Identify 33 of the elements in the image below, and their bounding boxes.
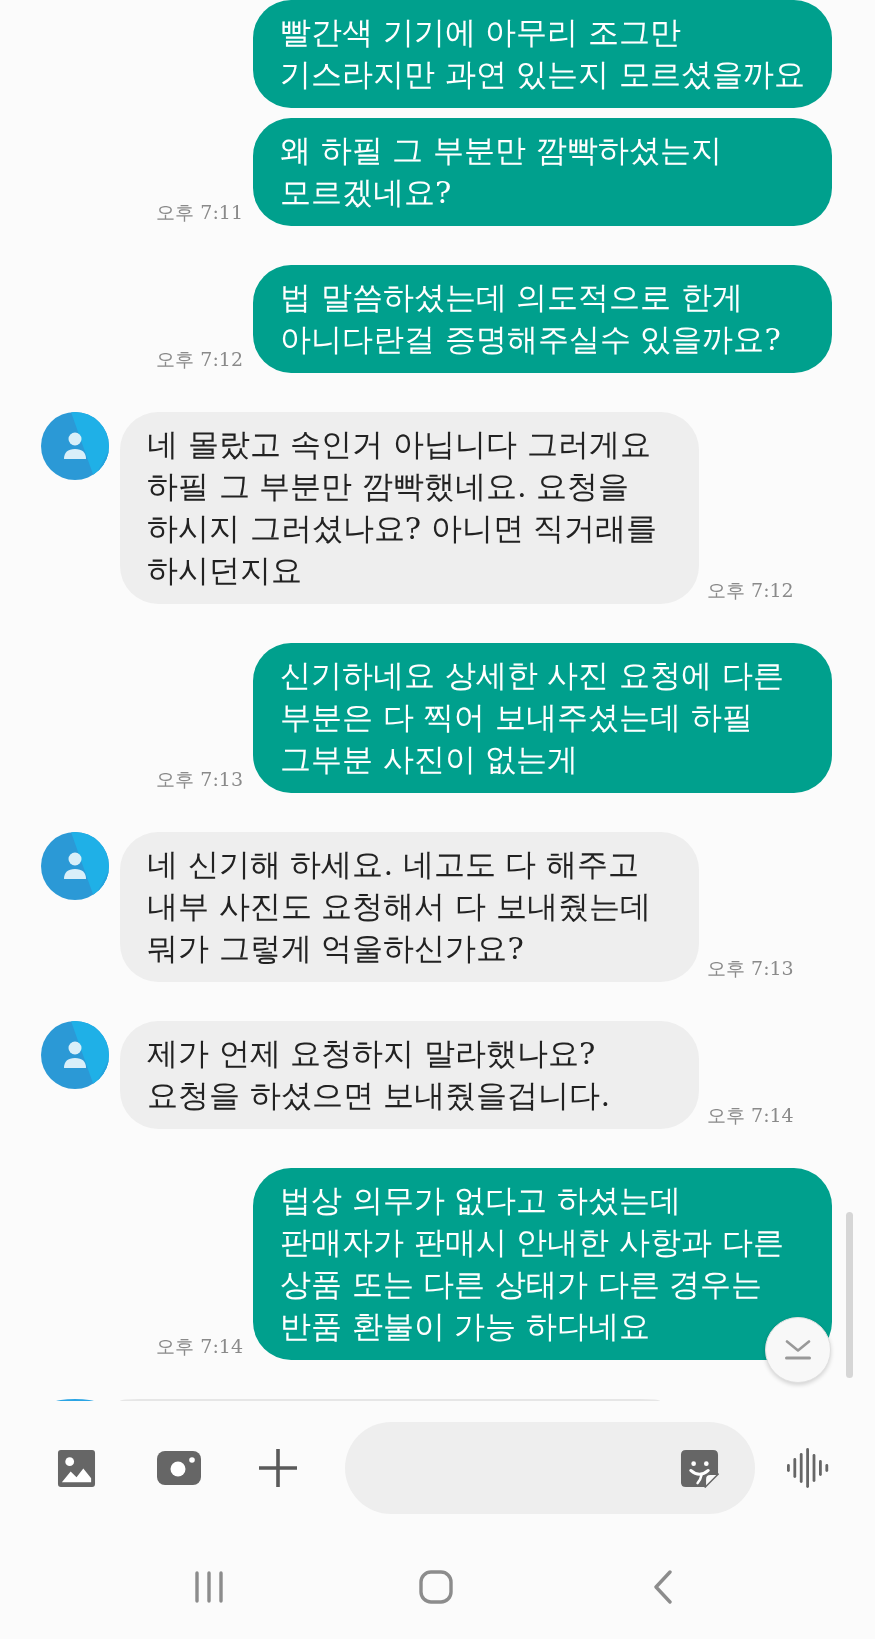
message-bubble: 네 신기해 하세요. 네고도 다 해주고 내부 사진도 요청해서 다 보내줬는데 뭐가 그렇게 억울하신가요?	[120, 832, 699, 982]
message-time: 오후 7:14	[707, 1103, 794, 1127]
waveform-icon	[786, 1448, 829, 1488]
recent-apps-button[interactable]	[193, 1571, 224, 1603]
message-time: 오후 7:13	[156, 767, 243, 791]
plus-icon	[258, 1448, 298, 1488]
message-time: 오후 7:12	[707, 578, 794, 602]
home-button[interactable]	[418, 1570, 453, 1604]
message-bubble: 제가 언제 요청하지 말라했나요? 요청을 하셨으면 보내줬을겁니다.	[120, 1021, 699, 1129]
scrollbar[interactable]	[846, 1212, 853, 1378]
message-bubble: 빨간색 기기에 아무리 조그만 기스라지만 과연 있는지 모르셨을까요	[253, 0, 832, 108]
sticker-icon	[680, 1448, 719, 1488]
message-time: 오후 7:12	[156, 347, 243, 371]
back-icon	[652, 1570, 673, 1604]
recent-apps-icon	[193, 1571, 224, 1603]
message-bubble: 법상 의무가 없다고 하셨는데 판매자가 판매시 안내한 사항과 다른 상품 또는 다른 상태가 다른 경우는 반품 환불이 가능 하다네요	[253, 1168, 832, 1360]
message-bubble: 법 말씀하셨는데 의도적으로 한게 아니다란걸 증명해주실수 있을까요?	[253, 265, 832, 373]
camera-button[interactable]	[157, 1451, 201, 1485]
image-icon	[57, 1448, 96, 1488]
message-time: 오후 7:11	[156, 200, 243, 224]
camera-icon	[157, 1451, 201, 1485]
message-bubble: 신기하네요 상세한 사진 요청에 다른 부분은 다 찍어 보내주셨는데 하필 그부분 사진이 없는게	[253, 643, 832, 793]
back-button[interactable]	[652, 1570, 673, 1604]
home-icon	[418, 1570, 453, 1604]
message-bubble: 왜 하필 그 부분만 깜빡하셨는지 모르겠네요?	[253, 118, 832, 226]
add-button[interactable]	[258, 1448, 298, 1488]
chevron-down-icon	[785, 1340, 811, 1360]
sticker-button[interactable]	[680, 1448, 719, 1488]
voice-button[interactable]	[786, 1448, 829, 1488]
message-time: 오후 7:13	[707, 956, 794, 980]
gallery-button[interactable]	[57, 1448, 96, 1488]
message-time: 오후 7:14	[156, 1334, 243, 1358]
message-bubble: 네 몰랐고 속인거 아닙니다 그러게요 하필 그 부분만 깜빡했네요. 요청을 하시지 그러셨나요? 아니면 직거래를 하시던지요	[120, 412, 699, 604]
